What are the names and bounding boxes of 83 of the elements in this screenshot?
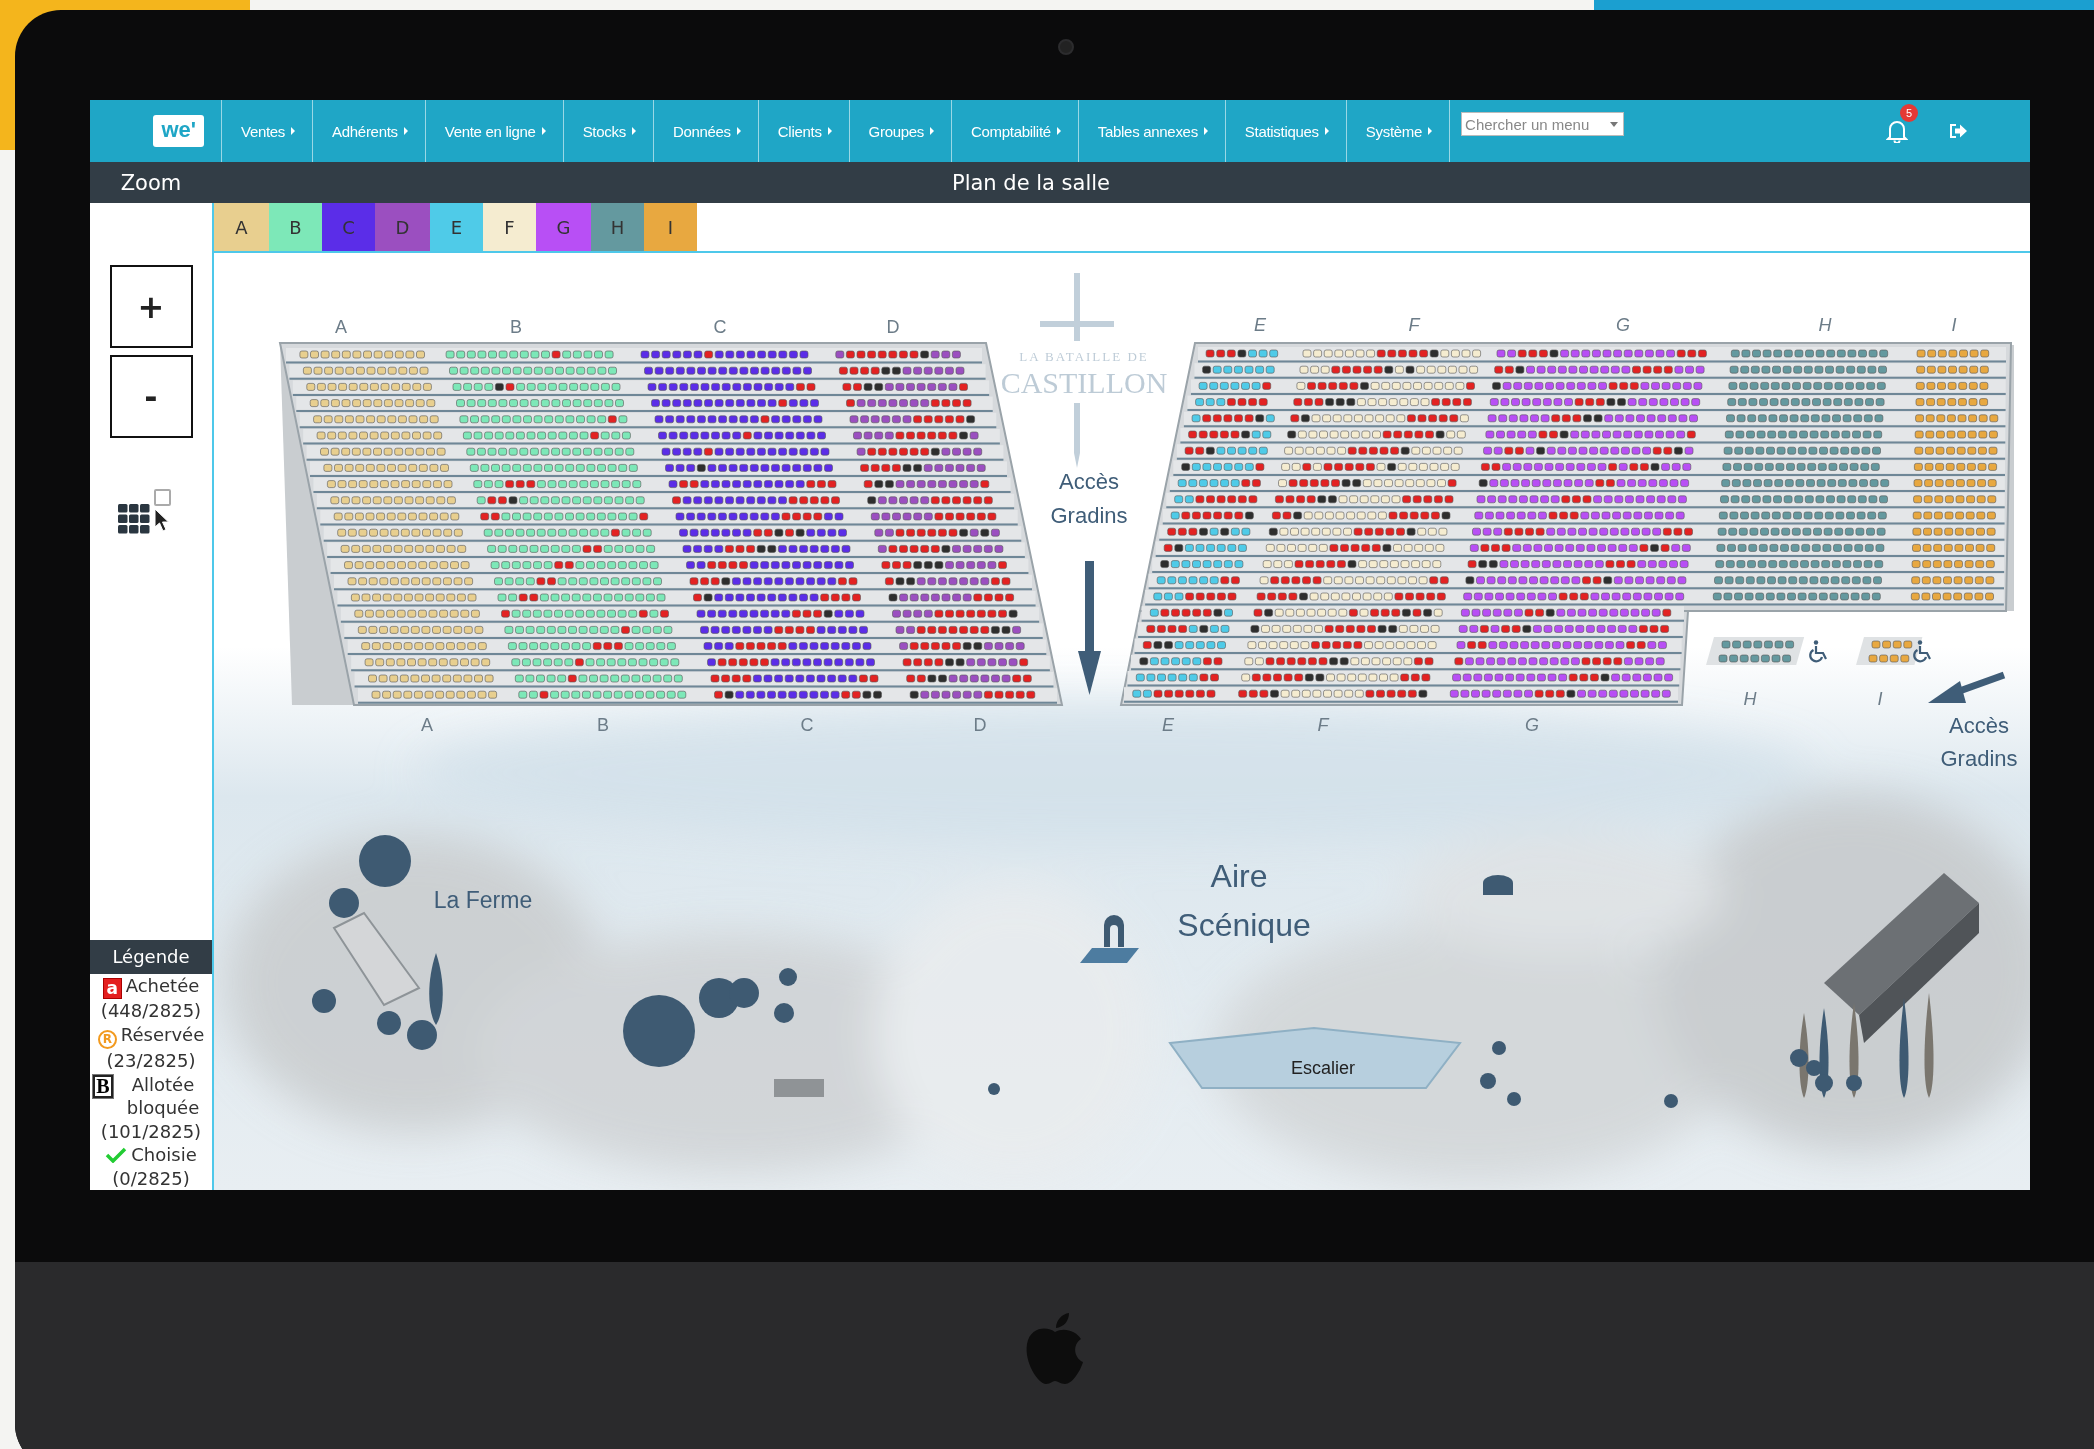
legend-label: Réservée (120, 1022, 205, 1047)
legend-count: (0/2825) (111, 1166, 191, 1190)
caret-icon (827, 127, 832, 135)
well-drawing (1483, 875, 1513, 895)
zoom-in-button[interactable]: + (109, 265, 193, 348)
legend-label: Achetée (125, 974, 200, 998)
menu-search-field[interactable]: Chercher un menu (1461, 112, 1625, 136)
legend-count: (448/2825) (99, 999, 203, 1023)
section-tab[interactable]: I (644, 203, 697, 251)
caret-icon (1428, 127, 1433, 135)
legend-label: Choisie (131, 1143, 197, 1167)
section-label: H (1818, 315, 1832, 335)
camera-icon (1058, 39, 1074, 55)
area-label: Gradins (1940, 746, 2018, 771)
caret-icon (291, 127, 296, 135)
section-label: E (1162, 715, 1174, 735)
section-tab[interactable]: H (591, 203, 644, 251)
wheelchair-icon (1913, 640, 1931, 663)
legend-count: (101/2825) (99, 1119, 203, 1143)
section-label: D (886, 317, 900, 337)
legend-title: Légende (90, 940, 212, 974)
section-tab[interactable]: D (375, 203, 430, 251)
notifications-button[interactable]: 5 (1882, 104, 1924, 158)
arrow-icon (1078, 561, 1101, 695)
section-label: B (597, 715, 609, 735)
grid-icon[interactable] (118, 504, 150, 534)
section-tab[interactable]: A (214, 203, 269, 251)
purchased-symbol: a (102, 978, 122, 1000)
section-label: I (1877, 689, 1883, 709)
logo-icon (1024, 1312, 1086, 1386)
caret-icon (736, 127, 741, 135)
cursor-icon (154, 508, 170, 532)
caret-icon (1056, 127, 1061, 135)
legend-label: Allotée bloquée (125, 1072, 201, 1120)
logout-icon (1948, 122, 1968, 140)
section-label: E (1254, 315, 1266, 335)
section-label: C (713, 317, 727, 337)
area-label: Scénique (1177, 907, 1311, 943)
section-label: A (421, 715, 433, 735)
area-label: Gradins (1050, 503, 1128, 528)
caret-icon (1324, 127, 1329, 135)
section-label: D (973, 715, 987, 735)
seating-block (1856, 637, 1923, 665)
arrow-icon (1928, 671, 2006, 703)
section-label: G (1525, 715, 1539, 735)
section-tab[interactable]: F (483, 203, 536, 251)
caret-icon (1203, 127, 1208, 135)
caret-icon (403, 127, 408, 135)
wheelchair-icon (1809, 640, 1827, 663)
notification-badge: 5 (1900, 104, 1918, 122)
reserved-symbol: R (97, 1030, 117, 1049)
section-label: F (1317, 715, 1329, 735)
section-tab[interactable]: G (536, 203, 591, 251)
event-logo: LA BATAILLE DE CASTILLON (1000, 273, 1168, 468)
area-label: Accès (1949, 713, 2009, 738)
caret-icon (631, 127, 636, 135)
area-label: Accès (1059, 469, 1119, 494)
check-icon (105, 1147, 128, 1163)
section-tab[interactable]: B (269, 203, 322, 251)
area-label: Escalier (1291, 1058, 1355, 1078)
page-title: Plan de la salle (950, 170, 1112, 195)
app-logo[interactable]: we' (153, 115, 204, 147)
stage-drawing (1080, 915, 1139, 963)
section-label: H (1743, 689, 1757, 709)
bell-icon (1886, 119, 1908, 143)
zoom-out-button[interactable]: - (109, 355, 193, 438)
caret-icon (930, 127, 934, 135)
section-label: C (800, 715, 814, 735)
section-tab[interactable]: E (430, 203, 483, 251)
blocked-symbol: B (93, 1074, 113, 1098)
selection-checkbox[interactable] (154, 489, 171, 506)
section-label: G (1616, 315, 1630, 335)
section-tab[interactable]: C (322, 203, 375, 251)
section-label: I (1951, 315, 1957, 335)
caret-icon (1610, 121, 1619, 127)
section-label: F (1408, 315, 1420, 335)
caret-icon (541, 127, 546, 135)
panel-title: Zoom (119, 170, 183, 195)
section-label: B (510, 317, 522, 337)
area-label: La Ferme (433, 887, 533, 913)
section-label: A (335, 317, 347, 337)
area-label: Aire (1210, 858, 1268, 894)
legend-count: (23/2825) (105, 1049, 197, 1073)
